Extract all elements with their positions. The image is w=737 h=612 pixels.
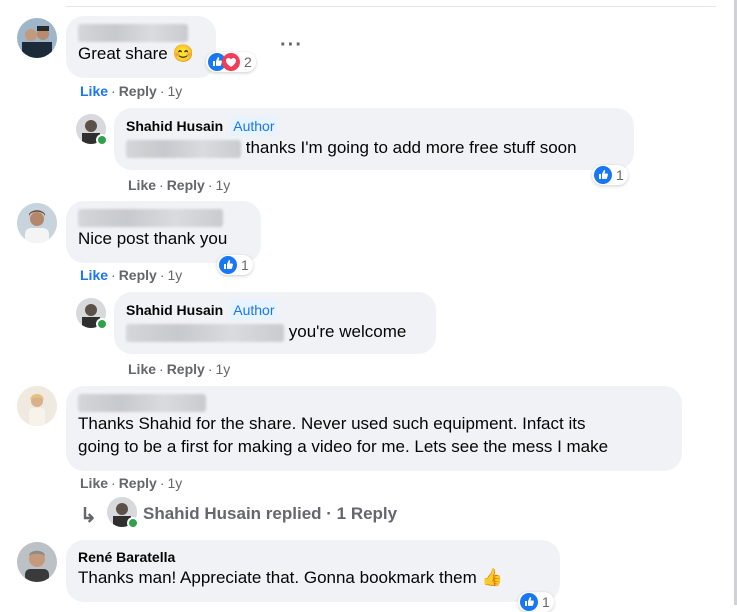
comment-actions: Like · Reply · 1y [128,361,231,377]
commenter-name[interactable] [78,24,204,42]
timestamp[interactable]: 1y [215,361,230,377]
timestamp[interactable]: 1y [167,475,182,491]
comment-actions: Like · Reply · 1y [80,83,183,99]
love-reaction-icon [222,53,240,71]
commenter-name[interactable]: Shahid Husain Author [126,116,622,136]
comment-bubble: Shahid Husain Author you're welcome [114,292,436,354]
timestamp[interactable]: 1y [167,267,182,283]
commenter-name[interactable] [78,209,249,227]
comment-text: you're welcome [126,320,424,343]
avatar[interactable] [17,18,57,58]
like-reaction-icon [594,166,612,184]
comment-text-line: going to be a first for making a video f… [78,437,609,456]
comment-bubble: Thanks Shahid for the share. Never used … [66,386,682,471]
replied-label[interactable]: Shahid Husain replied · 1 Reply [143,504,397,524]
like-reaction-icon [219,256,237,274]
reply-button[interactable]: Reply [119,83,157,99]
online-status-dot [96,134,108,146]
divider-line [66,6,716,7]
mention-tag[interactable] [126,323,284,342]
author-badge: Author [229,300,279,320]
reaction-count: 2 [244,54,252,70]
reaction-badge[interactable]: 2 [206,52,256,72]
avatar[interactable] [17,203,57,243]
timestamp[interactable]: 1y [215,177,230,193]
reply-button[interactable]: Reply [119,267,157,283]
reply-button[interactable]: Reply [119,475,157,491]
reaction-count: 1 [542,594,550,610]
view-replies-link[interactable]: ↳ [80,503,106,528]
avatar[interactable] [17,542,57,582]
author-badge: Author [229,116,279,136]
commenter-name[interactable]: Shahid Husain Author [126,300,424,320]
reply-button[interactable]: Reply [167,361,205,377]
reaction-count: 1 [241,257,249,273]
comment-bubble: Nice post thank you [66,201,261,263]
comment-actions: Like · Reply · 1y [80,475,183,491]
like-reaction-icon [520,593,538,611]
comment-text: thanks I'm going to add more free stuff … [126,136,622,159]
comment-text: Great share 😊 [78,44,194,63]
mention-tag[interactable] [126,139,241,158]
comment-bubble: Great share 😊 [66,16,216,78]
like-button[interactable]: Like [80,475,108,491]
reaction-badge[interactable]: 1 [518,592,554,612]
avatar[interactable] [17,386,57,426]
online-status-dot [127,517,139,529]
comment-text: Thanks man! Appreciate that. Gonna bookm… [78,568,503,587]
comment-text-line: Thanks Shahid for the share. Never used … [78,414,586,433]
like-button[interactable]: Like [80,83,108,99]
more-options-icon[interactable]: ··· [280,34,303,57]
comment-text: Nice post thank you [78,229,228,248]
comment-actions: Like · Reply · 1y [80,267,183,283]
comment-actions: Like · Reply · 1y [128,177,231,193]
reaction-badge[interactable]: 1 [592,165,628,185]
like-button[interactable]: Like [128,361,156,377]
reply-arrow-icon: ↳ [80,505,97,527]
online-status-dot [96,318,108,330]
timestamp[interactable]: 1y [167,83,182,99]
comment-bubble: René Baratella Thanks man! Appreciate th… [66,540,560,602]
comment-bubble: Shahid Husain Author thanks I'm going to … [114,108,634,170]
commenter-name[interactable] [78,394,670,412]
reaction-count: 1 [616,167,624,183]
reply-button[interactable]: Reply [167,177,205,193]
like-button[interactable]: Like [128,177,156,193]
reaction-badge[interactable]: 1 [217,255,253,275]
commenter-name[interactable]: René Baratella [78,548,548,566]
like-button[interactable]: Like [80,267,108,283]
